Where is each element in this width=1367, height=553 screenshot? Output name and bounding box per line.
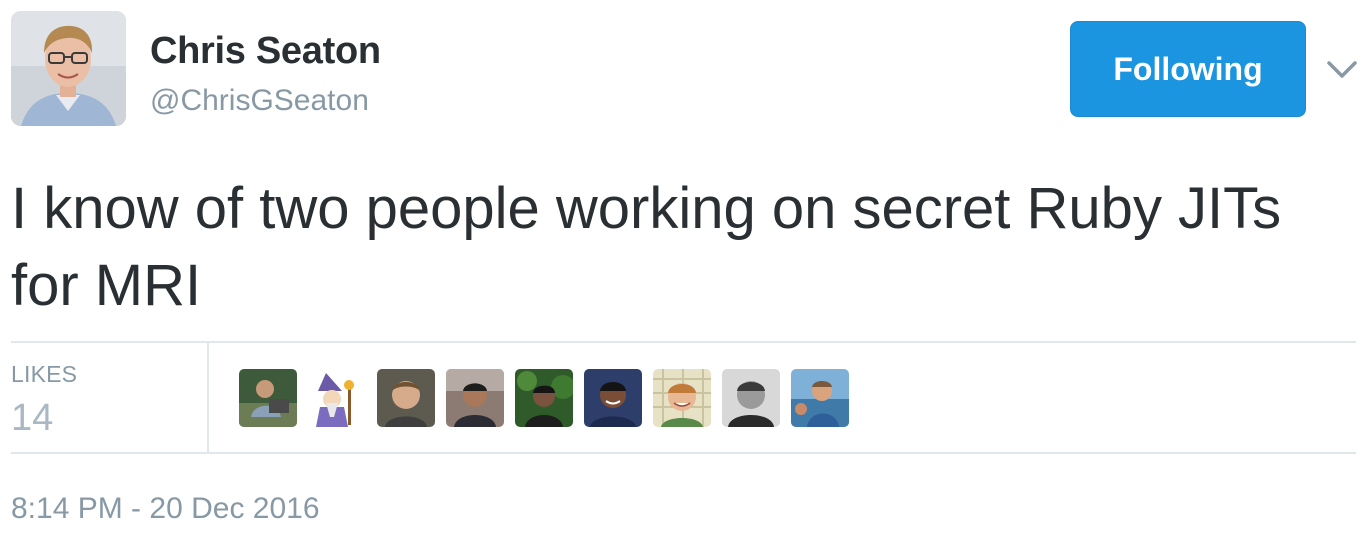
liker-avatar-5[interactable] bbox=[515, 369, 573, 427]
author-name[interactable]: Chris Seaton bbox=[150, 30, 381, 73]
liker-avatar-7[interactable] bbox=[653, 369, 711, 427]
likers-list bbox=[239, 369, 849, 427]
liker-avatar-9[interactable] bbox=[791, 369, 849, 427]
stats-top-divider bbox=[11, 341, 1356, 343]
author-avatar[interactable] bbox=[11, 11, 126, 126]
stats-vertical-divider bbox=[207, 343, 209, 452]
tweet-text: I know of two people working on secret R… bbox=[11, 176, 1282, 318]
liker-avatar-1[interactable] bbox=[239, 369, 297, 427]
likes-count[interactable]: 14 bbox=[11, 397, 53, 440]
likes-label[interactable]: LIKES bbox=[11, 361, 77, 388]
liker-avatar-4[interactable] bbox=[446, 369, 504, 427]
stats-bottom-divider bbox=[11, 452, 1356, 454]
liker-avatar-8[interactable] bbox=[722, 369, 780, 427]
chevron-down-icon[interactable] bbox=[1326, 58, 1358, 82]
profile-photo-icon bbox=[11, 11, 126, 126]
liker-avatar-2[interactable] bbox=[308, 369, 366, 427]
liker-avatar-3[interactable] bbox=[377, 369, 435, 427]
author-handle[interactable]: @ChrisGSeaton bbox=[150, 84, 369, 118]
following-button[interactable]: Following bbox=[1070, 21, 1306, 117]
tweet-timestamp[interactable]: 8:14 PM - 20 Dec 2016 bbox=[11, 492, 320, 526]
liker-avatar-6[interactable] bbox=[584, 369, 642, 427]
